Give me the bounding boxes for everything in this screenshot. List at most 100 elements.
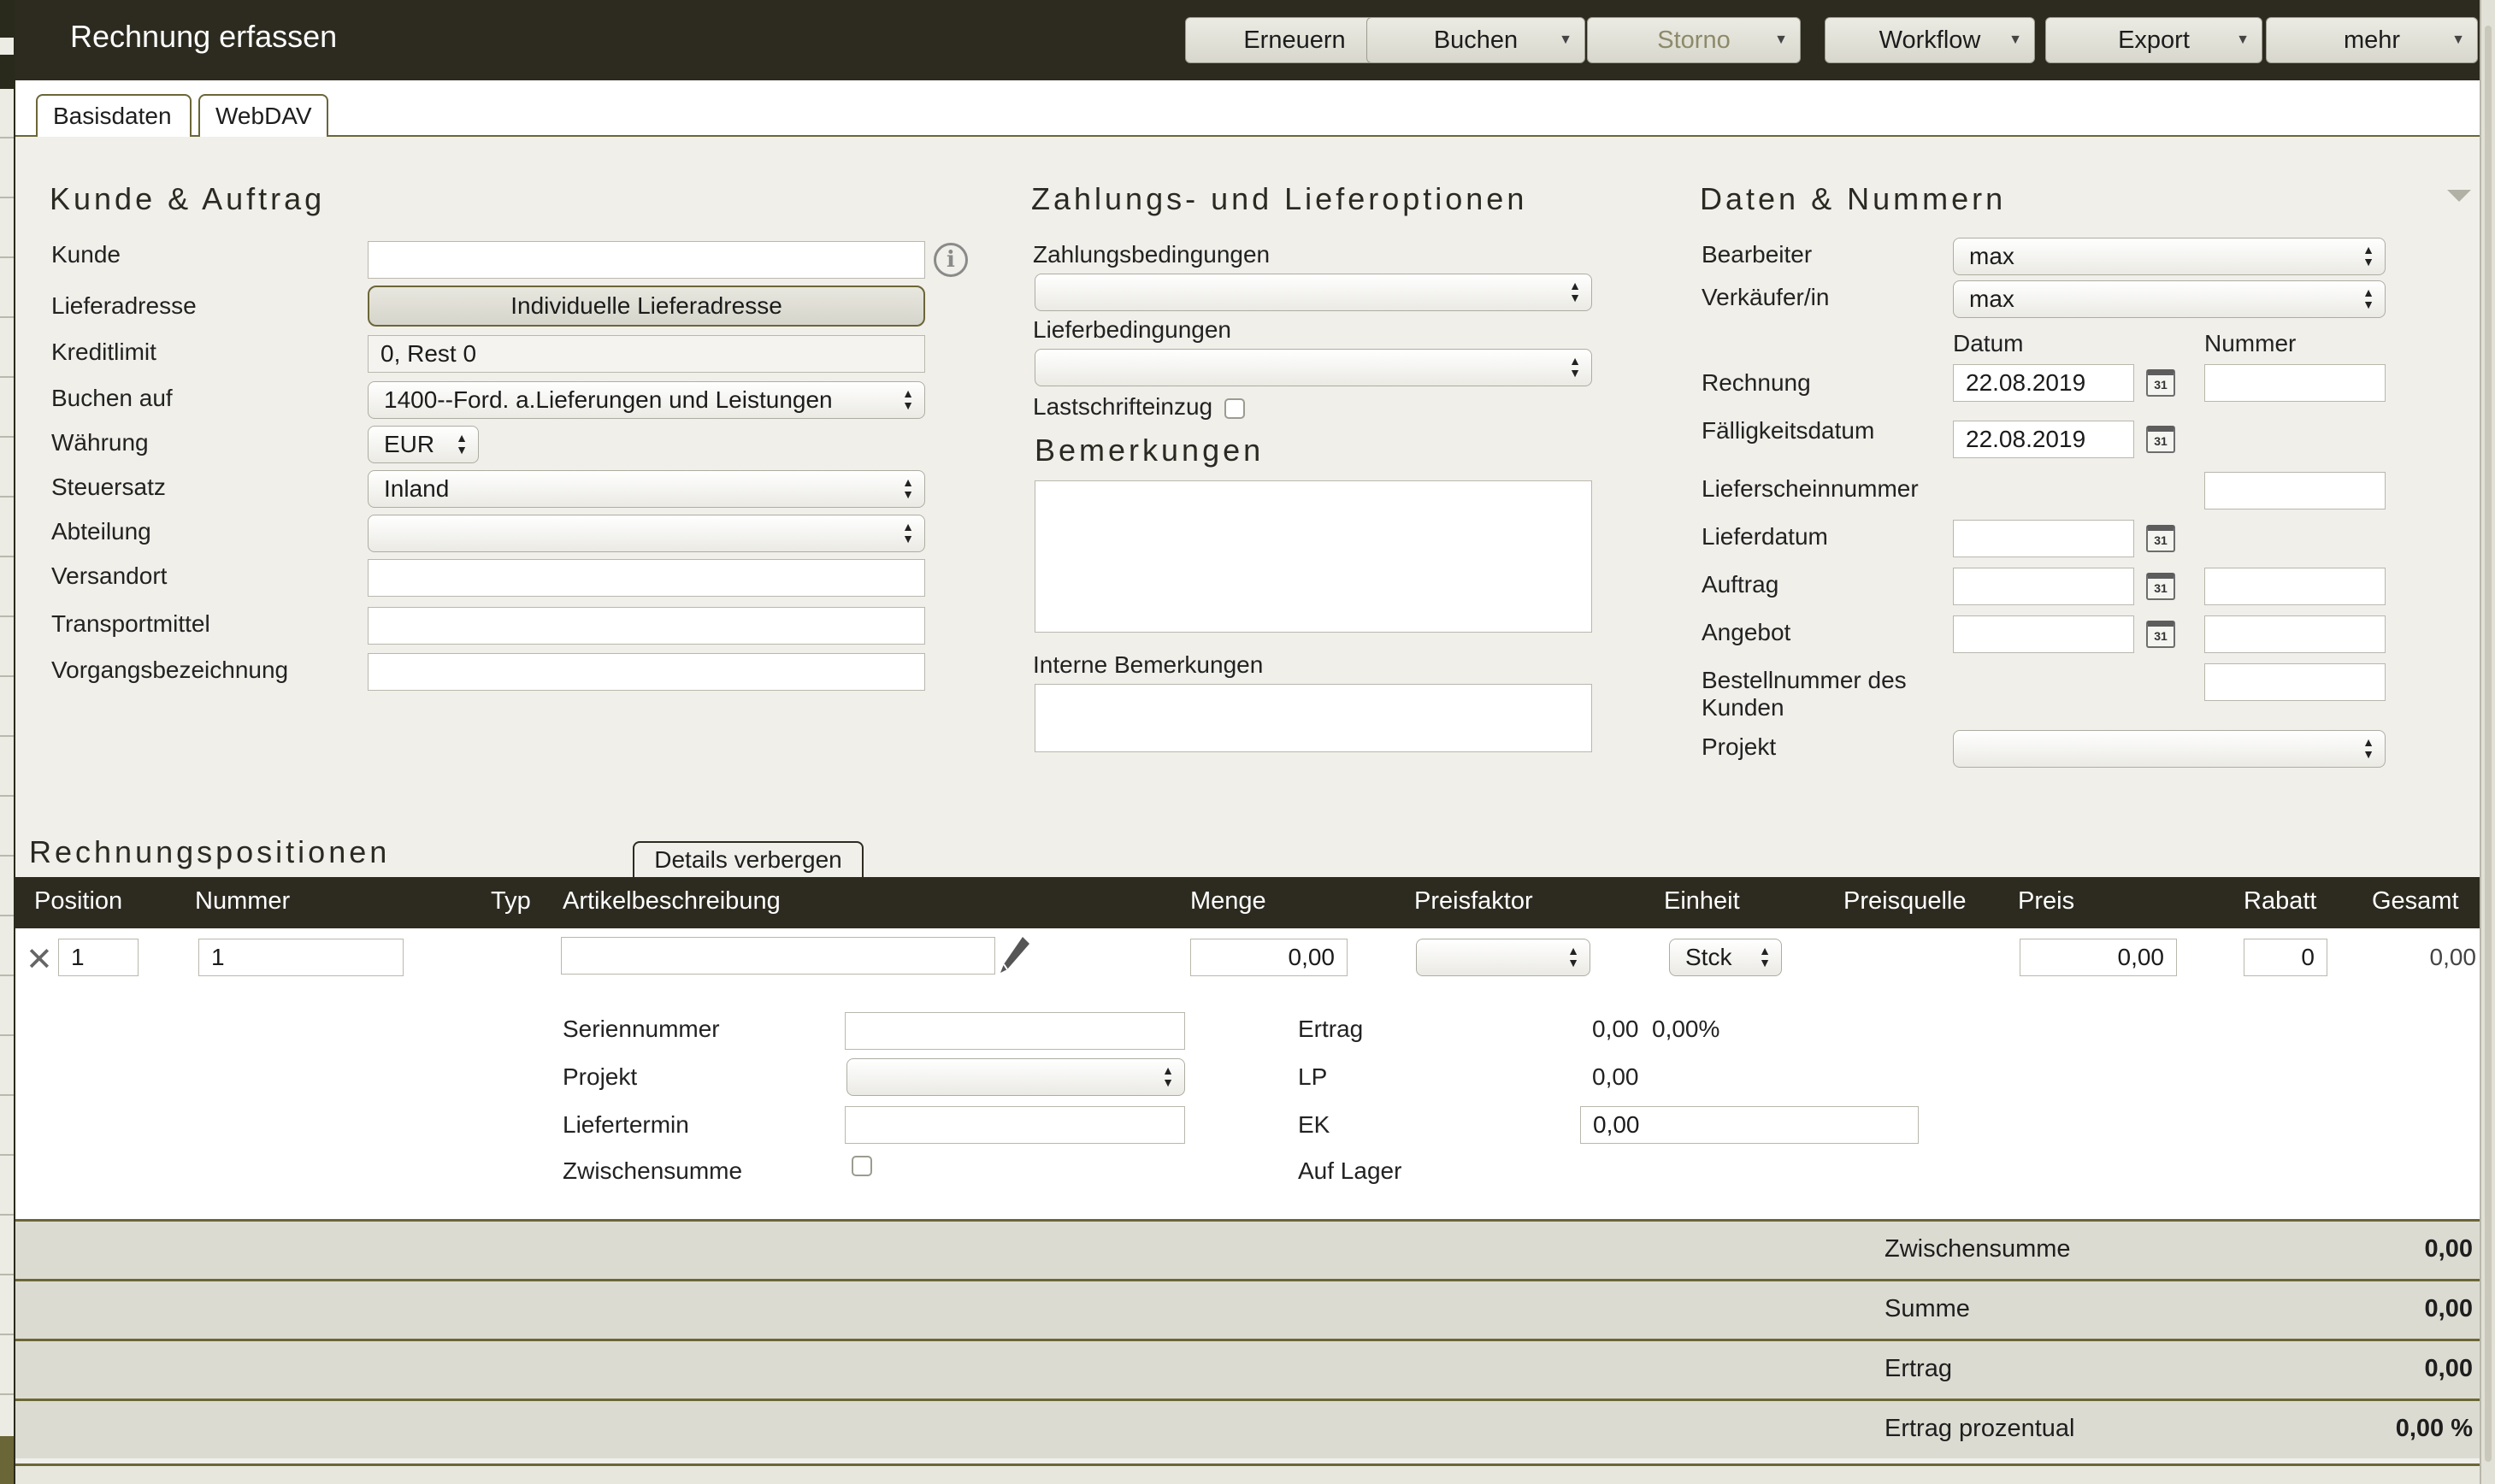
total-value: 0,00 [2424,1295,2473,1322]
column-header[interactable]: Gesamt [2372,887,2459,916]
einheit-select[interactable]: Stck ▲ ▼ [1669,939,1782,976]
total-value: 0,00 [2424,1235,2473,1263]
liefertermin-input[interactable] [845,1106,1185,1144]
details-verbergen-tab[interactable]: Details verbergen [633,841,864,877]
transportmittel-input[interactable] [368,607,925,645]
column-header[interactable]: Artikelbeschreibung [563,887,781,916]
column-header[interactable]: Nummer [195,887,290,916]
nummer-input[interactable]: 1 [198,939,404,976]
position-input[interactable]: 1 [58,939,139,976]
seriennummer-label: Seriennummer [563,1016,720,1042]
menge-input[interactable]: 0,00 [1190,939,1348,976]
workflow-button[interactable]: Workflow ▼ [1825,17,2035,63]
column-header[interactable]: Position [34,887,122,916]
rabatt-input[interactable]: 0 [2244,939,2327,976]
steuersatz-select[interactable]: Inland ▲ ▼ [368,470,925,508]
column-header[interactable]: Preisquelle [1843,887,1966,916]
calendar-icon[interactable]: 31 [2146,426,2175,453]
bearbeiter-select[interactable]: max ▲ ▼ [1953,238,2386,275]
calendar-icon[interactable]: 31 [2146,621,2175,648]
versandort-input[interactable] [368,559,925,597]
faelligkeitsdatum-label: Fälligkeitsdatum [1702,417,1875,444]
updown-arrows-icon: ▲ ▼ [902,386,914,412]
bestellnummer-input[interactable] [2204,663,2386,701]
mehr-button[interactable]: mehr ▼ [2266,17,2478,63]
calendar-icon[interactable]: 31 [2146,369,2175,397]
auftrag-nummer-input[interactable] [2204,568,2386,605]
waehrung-select[interactable]: EUR ▲ ▼ [368,426,479,463]
updown-arrows-icon: ▲ ▼ [456,431,468,456]
seriennummer-input[interactable] [845,1012,1185,1050]
rechnung-nummer-input[interactable] [2204,364,2386,402]
rechnung-label: Rechnung [1702,369,1811,396]
total-row-ertrag-prozentual: Ertrag prozentual 0,00 % [15,1399,2480,1458]
angebot-datum-input[interactable] [1953,615,2134,653]
angebot-nummer-input[interactable] [2204,615,2386,653]
buchen-auf-label: Buchen auf [51,385,173,411]
calendar-icon[interactable]: 31 [2146,573,2175,600]
abteilung-select[interactable]: ▲ ▼ [368,515,925,552]
delete-icon[interactable]: ✕ [26,940,53,979]
individuelle-lieferadresse-button[interactable]: Individuelle Lieferadresse [368,286,925,327]
lastschrifteinzug-checkbox[interactable] [1224,398,1245,419]
ek-input[interactable]: 0,00 [1580,1106,1919,1144]
auf-lager-label: Auf Lager [1298,1157,1402,1184]
total-value: 0,00 [2424,1355,2473,1382]
buchen-auf-select[interactable]: 1400--Ford. a.Lieferungen und Leistungen… [368,381,925,419]
tab-webdav[interactable]: WebDAV [198,94,328,137]
projekt-label: Projekt [1702,733,1777,760]
column-header[interactable]: Einheit [1664,887,1740,916]
info-icon[interactable]: i [934,243,968,277]
gesamt-value: 0,00 [2429,944,2477,970]
lieferscheinnummer-input[interactable] [2204,472,2386,509]
artikelbeschreibung-input[interactable] [561,937,995,975]
preis-input[interactable]: 0,00 [2020,939,2177,976]
column-header[interactable]: Menge [1190,887,1266,916]
updown-arrows-icon: ▲ ▼ [1759,944,1771,969]
chevron-down-icon: ▼ [1774,32,1788,47]
total-label: Ertrag prozentual [1885,1415,2075,1442]
column-header[interactable]: Preisfaktor [1414,887,1533,916]
bemerkungen-textarea[interactable] [1035,480,1592,633]
chevron-down-icon: ▼ [2008,32,2022,47]
buchen-button[interactable]: Buchen ▼ [1366,17,1585,63]
calendar-icon[interactable]: 31 [2146,525,2175,552]
export-button[interactable]: Export ▼ [2045,17,2262,63]
faelligkeitsdatum-input[interactable]: 22.08.2019 [1953,421,2134,458]
ek-label: EK [1298,1111,1330,1138]
position-projekt-select[interactable]: ▲ ▼ [846,1058,1185,1096]
auftrag-datum-input[interactable] [1953,568,2134,605]
lp-value: 0,00 [1592,1063,1639,1090]
total-row-zwischensumme: Zwischensumme 0,00 [15,1219,2480,1279]
section-title-zahlung: Zahlungs- und Lieferoptionen [1031,181,1528,216]
preisfaktor-select[interactable]: ▲ ▼ [1416,939,1590,976]
vorgangsbezeichnung-input[interactable] [368,653,925,691]
zwischensumme-checkbox[interactable] [852,1156,872,1176]
lieferdatum-input[interactable] [1953,520,2134,557]
storno-button[interactable]: Storno ▼ [1587,17,1801,63]
updown-arrows-icon: ▲ ▼ [2362,735,2374,761]
auftrag-label: Auftrag [1702,571,1779,598]
kunde-input[interactable] [368,241,925,279]
steuersatz-label: Steuersatz [51,474,166,500]
scrollbar[interactable] [2480,0,2495,1484]
tab-basisdaten[interactable]: Basisdaten [36,94,192,137]
lieferbedingungen-select[interactable]: ▲ ▼ [1035,349,1592,386]
interne-bemerkungen-label: Interne Bemerkungen [1033,651,1264,678]
tab-bar [15,80,2480,137]
updown-arrows-icon: ▲ ▼ [902,475,914,501]
ertrag-value: 0,00 [1592,1016,1639,1042]
verkaeufer-select[interactable]: max ▲ ▼ [1953,280,2386,318]
column-header[interactable]: Typ [491,887,531,916]
zahlungsbedingungen-select[interactable]: ▲ ▼ [1035,274,1592,311]
rechnung-datum-input[interactable]: 22.08.2019 [1953,364,2134,402]
projekt-select[interactable]: ▲ ▼ [1953,730,2386,768]
interne-bemerkungen-textarea[interactable] [1035,684,1592,752]
pencil-icon[interactable] [997,935,1031,978]
section-title-kunde-auftrag: Kunde & Auftrag [50,181,326,216]
updown-arrows-icon: ▲ ▼ [2362,286,2374,311]
column-header[interactable]: Rabatt [2244,887,2316,916]
collapse-triangle-icon[interactable] [2447,190,2471,202]
total-value: 0,00 % [2395,1415,2473,1442]
column-header[interactable]: Preis [2018,887,2074,916]
